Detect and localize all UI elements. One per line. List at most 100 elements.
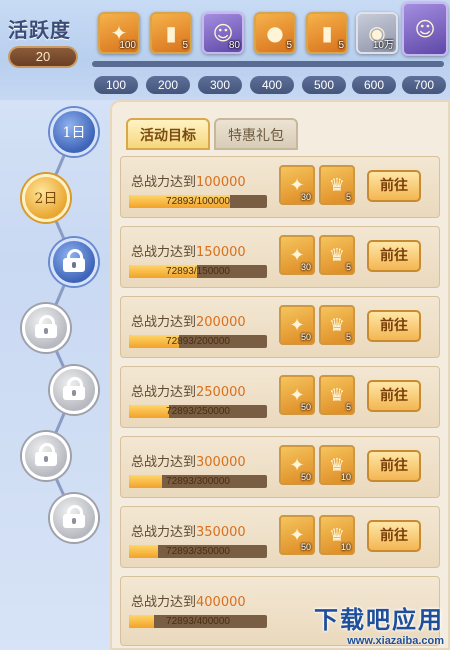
top-reward-slot[interactable]: ▮ 5 — [150, 12, 192, 54]
reward-count: 10 — [340, 472, 351, 482]
task-progress-text: 72893/100000 — [166, 196, 230, 207]
day-label: 1日 — [62, 125, 86, 141]
task-description: 总战力达到300000 — [131, 455, 246, 470]
task-row: 总战力达到250000 72893/250000 ✦ 50 ♛ 5 前往 — [120, 366, 440, 428]
top-reward-slot[interactable]: ☺ 80 — [202, 12, 244, 54]
day-node-1[interactable]: 1日 — [50, 108, 98, 156]
day-node-5[interactable] — [50, 366, 98, 414]
reward-count: 50 — [300, 402, 311, 412]
reward-count: 50 — [300, 332, 311, 342]
day-node-7[interactable] — [50, 494, 98, 542]
reward-count: 5 — [345, 402, 351, 412]
task-description: 总战力达到250000 — [131, 385, 246, 400]
task-row: 总战力达到200000 72893/200000 ✦ 50 ♛ 5 前往 — [120, 296, 440, 358]
watermark-url: www.xiazaiba.com — [347, 635, 444, 647]
task-description: 总战力达到150000 — [131, 245, 246, 260]
activity-progress-bar — [92, 61, 444, 67]
task-progress-text: 72893/300000 — [166, 476, 230, 487]
task-reward-slot[interactable]: ✦ 50 — [279, 515, 315, 555]
activity-title: 活跃度 — [8, 18, 71, 42]
activity-bar: 活跃度 20 ✦ 100 ▮ 5 ☺ 80 ● 5 ▮ 5 ◉ 10万 ☺ 10… — [0, 0, 450, 100]
tab-activity-goals[interactable]: 活动目标 — [126, 118, 210, 150]
tab-special-packs[interactable]: 特惠礼包 — [214, 118, 298, 150]
task-reward-slot[interactable]: ✦ 50 — [279, 305, 315, 345]
reward-count: 50 — [300, 472, 311, 482]
reward-count: 5 — [345, 262, 351, 272]
go-button[interactable]: 前往 — [367, 170, 421, 202]
reward-count: 80 — [228, 40, 240, 51]
task-progress-text: 72893/200000 — [166, 336, 230, 347]
reward-count: 30 — [300, 192, 311, 202]
go-button[interactable]: 前往 — [367, 310, 421, 342]
task-reward-slot[interactable]: ✦ 50 — [279, 375, 315, 415]
lock-icon — [35, 443, 57, 466]
threshold-badge: 200 — [146, 76, 190, 94]
task-reward-slot[interactable]: ♛ 10 — [319, 515, 355, 555]
threshold-badge: 500 — [302, 76, 346, 94]
task-progress-bar: 72893/200000 — [129, 335, 267, 348]
task-progress-bar: 72893/400000 — [129, 615, 267, 628]
top-reward-slot[interactable]: ☺ — [402, 2, 448, 56]
lock-icon — [63, 249, 85, 272]
site-watermark: 下载吧应用 www.xiazaiba.com — [264, 600, 444, 647]
lock-icon — [63, 505, 85, 528]
task-progress-text: 72893/400000 — [166, 616, 230, 627]
top-reward-slot[interactable]: ◉ 10万 — [356, 12, 398, 54]
day-node-4[interactable] — [22, 304, 70, 352]
go-button[interactable]: 前往 — [367, 380, 421, 412]
top-reward-slot[interactable]: ● 5 — [254, 12, 296, 54]
task-progress-text: 72893/250000 — [166, 406, 230, 417]
threshold-badge: 300 — [198, 76, 242, 94]
reward-count: 5 — [345, 332, 351, 342]
reward-count: 10万 — [372, 40, 394, 51]
task-reward-slot[interactable]: ✦ 30 — [279, 235, 315, 275]
task-reward-slot[interactable]: ♛ 5 — [319, 235, 355, 275]
top-reward-slot[interactable]: ✦ 100 — [98, 12, 140, 54]
go-button[interactable]: 前往 — [367, 450, 421, 482]
task-progress-bar: 72893/150000 — [129, 265, 267, 278]
task-description: 总战力达到400000 — [131, 595, 246, 610]
day-node-3[interactable] — [50, 238, 98, 286]
activity-score-badge: 20 — [8, 46, 78, 68]
task-reward-slot[interactable]: ♛ 10 — [319, 445, 355, 485]
task-progress-text: 72893/150000 — [166, 266, 230, 277]
reward-count: 50 — [300, 542, 311, 552]
go-button[interactable]: 前往 — [367, 240, 421, 272]
reward-count: 10 — [340, 542, 351, 552]
threshold-badge: 400 — [250, 76, 294, 94]
reward-count: 5 — [286, 40, 292, 51]
day-selector: 1日 2日 — [0, 100, 110, 650]
task-description: 总战力达到100000 — [131, 175, 246, 190]
task-progress-bar: 72893/300000 — [129, 475, 267, 488]
task-description: 总战力达到200000 — [131, 315, 246, 330]
task-reward-slot[interactable]: ♛ 5 — [319, 305, 355, 345]
task-progress-bar: 72893/250000 — [129, 405, 267, 418]
task-row: 总战力达到350000 72893/350000 ✦ 50 ♛ 10 前往 — [120, 506, 440, 568]
day-node-6[interactable] — [22, 432, 70, 480]
task-reward-slot[interactable]: ✦ 50 — [279, 445, 315, 485]
task-row: 总战力达到300000 72893/300000 ✦ 50 ♛ 10 前往 — [120, 436, 440, 498]
day-label: 2日 — [34, 191, 58, 207]
lock-icon — [63, 377, 85, 400]
task-progress-bar: 72893/350000 — [129, 545, 267, 558]
top-reward-slot[interactable]: ▮ 5 — [306, 12, 348, 54]
threshold-badge: 700 — [402, 76, 446, 94]
watermark-text: 下载吧应用 — [314, 606, 444, 634]
threshold-badge: 600 — [352, 76, 396, 94]
reward-count: 5 — [182, 40, 188, 51]
task-reward-slot[interactable]: ♛ 5 — [319, 375, 355, 415]
reward-count: 5 — [345, 192, 351, 202]
lock-icon — [35, 315, 57, 338]
task-reward-slot[interactable]: ♛ 5 — [319, 165, 355, 205]
day-node-2[interactable]: 2日 — [22, 174, 70, 222]
task-reward-slot[interactable]: ✦ 30 — [279, 165, 315, 205]
task-row: 总战力达到150000 72893/150000 ✦ 30 ♛ 5 前往 — [120, 226, 440, 288]
reward-count: 5 — [338, 40, 344, 51]
reward-count: 100 — [119, 40, 136, 51]
task-row: 总战力达到100000 72893/100000 ✦ 30 ♛ 5 前往 — [120, 156, 440, 218]
task-description: 总战力达到350000 — [131, 525, 246, 540]
task-progress-text: 72893/350000 — [166, 546, 230, 557]
threshold-badge: 100 — [94, 76, 138, 94]
go-button[interactable]: 前往 — [367, 520, 421, 552]
character-portrait-icon: ☺ — [414, 17, 436, 41]
